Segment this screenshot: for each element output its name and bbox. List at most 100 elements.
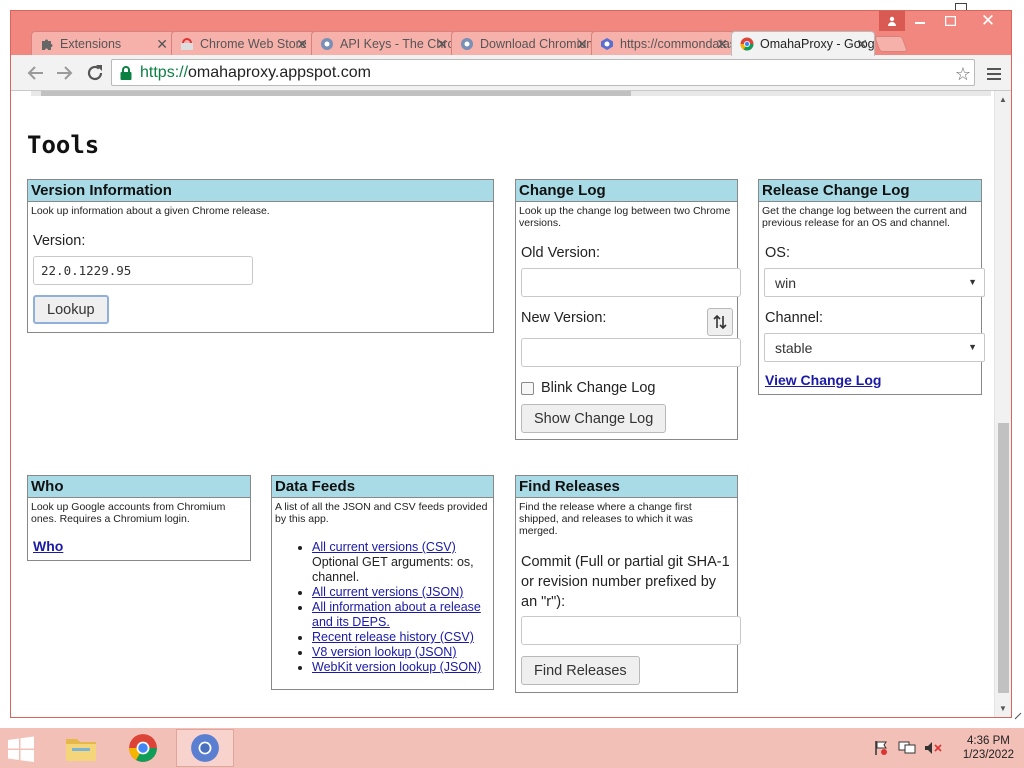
forward-icon[interactable] bbox=[53, 61, 77, 85]
channel-select[interactable]: stable ▼ bbox=[764, 333, 985, 362]
find-releases-panel: Find Releases Find the release where a c… bbox=[515, 475, 741, 693]
chrome-taskbar-icon[interactable] bbox=[114, 729, 172, 767]
os-select[interactable]: win ▼ bbox=[764, 268, 985, 297]
tab-close-icon[interactable]: ✕ bbox=[436, 36, 448, 53]
volume-muted-icon[interactable] bbox=[923, 740, 943, 756]
version-input[interactable]: 22.0.1229.95 bbox=[33, 256, 253, 285]
scrollbar-thumb[interactable] bbox=[41, 91, 631, 96]
horizontal-scrollbar[interactable] bbox=[31, 91, 991, 96]
feed-link[interactable]: V8 version lookup (JSON) bbox=[312, 645, 457, 659]
desktop-strip bbox=[1012, 0, 1024, 728]
feed-link[interactable]: All current versions (CSV) bbox=[312, 540, 456, 554]
network-icon[interactable] bbox=[897, 740, 917, 756]
feed-link[interactable]: Recent release history (CSV) bbox=[312, 630, 474, 644]
version-info-panel: Version Information Look up information … bbox=[27, 179, 494, 333]
scroll-up-icon[interactable]: ▲ bbox=[999, 95, 1007, 104]
tab-omahaproxy[interactable]: OmahaProxy - Google Chrome ✕ bbox=[731, 31, 875, 56]
blink-change-log-checkbox[interactable] bbox=[521, 382, 534, 395]
show-change-log-button[interactable]: Show Change Log bbox=[521, 404, 667, 433]
who-link[interactable]: Who bbox=[33, 538, 63, 554]
minimize-button[interactable] bbox=[905, 11, 935, 31]
resize-mark-icon bbox=[1014, 712, 1022, 720]
channel-select-value: stable bbox=[775, 340, 813, 356]
puzzle-icon bbox=[40, 37, 54, 51]
tab-close-icon[interactable]: ✕ bbox=[296, 36, 308, 53]
browser-toolbar: https:// omahaproxy.appspot.com ☆ bbox=[11, 55, 1011, 91]
feed-link[interactable]: WebKit version lookup (JSON) bbox=[312, 660, 481, 674]
file-explorer-icon[interactable] bbox=[52, 729, 110, 767]
address-bar[interactable]: https:// omahaproxy.appspot.com bbox=[111, 59, 975, 86]
chrome-icon bbox=[740, 37, 754, 51]
lock-icon bbox=[120, 65, 132, 80]
maximize-button[interactable] bbox=[935, 11, 965, 31]
list-item: WebKit version lookup (JSON) bbox=[312, 660, 492, 675]
storage-icon bbox=[600, 37, 614, 51]
chromium-icon bbox=[460, 37, 474, 51]
tab-chrome-web-store[interactable]: Chrome Web Store ✕ bbox=[171, 31, 315, 55]
window-controls: ✕ bbox=[879, 11, 1011, 33]
action-center-flag-icon[interactable] bbox=[871, 740, 891, 756]
tab-close-icon[interactable]: ✕ bbox=[576, 36, 588, 53]
list-item: Recent release history (CSV) bbox=[312, 630, 492, 645]
tab-close-icon[interactable]: ✕ bbox=[716, 36, 728, 53]
version-label: Version: bbox=[33, 233, 86, 249]
old-version-label: Old Version: bbox=[521, 245, 600, 261]
tab-download-chromium[interactable]: Download Chromium ✕ bbox=[451, 31, 595, 55]
panel-description: Look up Google accounts from Chromium on… bbox=[31, 501, 226, 525]
tab-api-keys[interactable]: API Keys - The Chromium Projects ✕ bbox=[311, 31, 455, 55]
new-tab-button[interactable] bbox=[874, 36, 908, 52]
browser-window: Extensions ✕ Chrome Web Store ✕ API Keys… bbox=[10, 10, 1012, 718]
menu-icon[interactable] bbox=[987, 68, 1001, 83]
webstore-icon bbox=[180, 37, 194, 51]
bookmark-star-icon[interactable]: ☆ bbox=[955, 64, 971, 85]
old-version-input[interactable] bbox=[521, 268, 741, 297]
panel-description: Find the release where a change first sh… bbox=[519, 501, 693, 537]
panel-heading: Version Information bbox=[28, 180, 493, 202]
vertical-scrollbar[interactable]: ▲ ▼ bbox=[994, 91, 1011, 717]
tab-strip: Extensions ✕ Chrome Web Store ✕ API Keys… bbox=[11, 11, 1011, 56]
chromium-icon bbox=[320, 37, 334, 51]
tab-close-icon[interactable]: ✕ bbox=[156, 36, 168, 53]
feed-link[interactable]: All current versions (JSON) bbox=[312, 585, 463, 599]
find-releases-button[interactable]: Find Releases bbox=[521, 656, 640, 685]
panel-heading: Who bbox=[28, 476, 250, 498]
view-change-log-link[interactable]: View Change Log bbox=[765, 372, 881, 388]
tab-close-icon[interactable]: ✕ bbox=[856, 36, 868, 53]
panel-description: Look up information about a given Chrome… bbox=[31, 205, 270, 217]
scroll-down-icon[interactable]: ▼ bbox=[999, 704, 1007, 713]
data-feeds-panel: Data Feeds A list of all the JSON and CS… bbox=[271, 475, 494, 690]
new-version-label: New Version: bbox=[521, 310, 607, 326]
os-select-value: win bbox=[775, 275, 797, 291]
page-viewport: ▲ ▼ Tools Version Information Look up in… bbox=[11, 91, 1011, 717]
dropdown-arrow-icon: ▼ bbox=[968, 277, 977, 287]
list-item: All current versions (JSON) bbox=[312, 585, 492, 600]
tab-extensions[interactable]: Extensions ✕ bbox=[31, 31, 175, 55]
feed-link[interactable]: All information about a release and its … bbox=[312, 600, 481, 629]
url-scheme: https:// bbox=[140, 63, 189, 81]
commit-input[interactable] bbox=[521, 616, 741, 645]
change-log-panel: Change Log Look up the change log betwee… bbox=[515, 179, 741, 440]
new-version-input[interactable] bbox=[521, 338, 741, 367]
list-item: All information about a release and its … bbox=[312, 600, 492, 630]
reload-icon[interactable] bbox=[83, 61, 107, 85]
panel-description: Look up the change log between two Chrom… bbox=[519, 205, 731, 229]
tab-commondatastorage[interactable]: https://commondatastorage ✕ bbox=[591, 31, 735, 55]
windows-start-icon[interactable] bbox=[6, 736, 38, 762]
chromium-taskbar-icon[interactable] bbox=[176, 729, 234, 767]
scrollbar-thumb[interactable] bbox=[998, 423, 1009, 693]
clock-date: 1/23/2022 bbox=[962, 749, 1014, 761]
page-title: Tools bbox=[27, 131, 100, 159]
user-profile-icon[interactable] bbox=[879, 11, 905, 31]
release-change-log-panel: Release Change Log Get the change log be… bbox=[758, 179, 985, 395]
close-window-button[interactable]: ✕ bbox=[965, 11, 1011, 31]
lookup-button[interactable]: Lookup bbox=[33, 295, 109, 324]
panel-heading: Release Change Log bbox=[759, 180, 981, 202]
clock[interactable]: 4:36 PM 1/23/2022 bbox=[963, 734, 1014, 762]
panel-heading: Change Log bbox=[516, 180, 737, 202]
list-item: V8 version lookup (JSON) bbox=[312, 645, 492, 660]
panel-description: A list of all the JSON and CSV feeds pro… bbox=[275, 501, 488, 525]
list-item: All current versions (CSV) Optional GET … bbox=[312, 540, 492, 585]
panel-heading: Data Feeds bbox=[272, 476, 493, 498]
back-icon[interactable] bbox=[23, 61, 47, 85]
swap-versions-icon[interactable] bbox=[707, 308, 733, 336]
